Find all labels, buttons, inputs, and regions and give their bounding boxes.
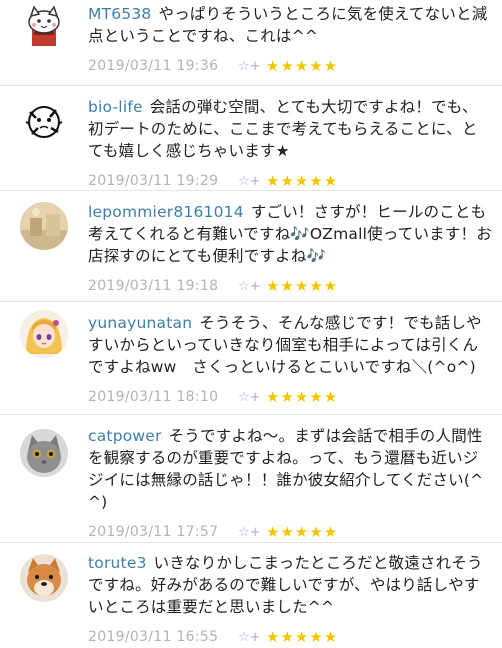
comment-body: いきなりかしこまったところだと敬遠されそうですね。好みがあるので難しいですが、や… (88, 554, 483, 616)
username-link[interactable]: torute3 (88, 554, 147, 572)
comment-text: bio-life 会話の弾む空間、とても大切ですよね！でも、初デートのために、ここ… (88, 96, 492, 162)
timestamp: 2019/03/11 18:10 (88, 389, 219, 405)
timestamp: 2019/03/11 16:55 (88, 629, 219, 645)
grey-cat-icon[interactable] (20, 429, 68, 477)
timestamp: 2019/03/11 19:29 (88, 173, 219, 189)
add-favorite-icon[interactable]: ☆+ (238, 525, 266, 540)
comment-text: lepommier8161014 すごい！さすが！ヒールのことも考えてくれると有難… (88, 201, 492, 267)
rating-stars: ★★★★★ (266, 523, 339, 541)
add-favorite-icon[interactable]: ☆+ (238, 630, 266, 645)
comment-meta: 2019/03/11 19:29 ☆+ ★★★★★ (88, 170, 492, 192)
comment-meta: 2019/03/11 18:10 ☆+ ★★★★★ (88, 386, 492, 408)
username-link[interactable]: yunayunatan (88, 314, 192, 332)
comment-text: torute3 いきなりかしこまったところだと敬遠されそうですね。好みがあるので難… (88, 552, 492, 618)
comment-list: MT6538 やっぱりそういうところに気を使えてないと減点ということですね、これは… (0, 0, 502, 646)
add-favorite-icon[interactable]: ☆+ (238, 279, 266, 294)
comment-body: 会話の弾む空間、とても大切ですよね！でも、初デートのために、ここまで考えてもらえ… (88, 98, 478, 160)
rating-stars: ★★★★★ (266, 57, 339, 75)
rating-stars: ★★★★★ (266, 628, 339, 646)
anime-girl-icon[interactable] (20, 310, 68, 358)
rating-stars: ★★★★★ (266, 277, 339, 295)
comment-item: MT6538 やっぱりそういうところに気を使えてないと減点ということですね、これは… (0, 0, 502, 86)
add-favorite-icon[interactable]: ☆+ (238, 390, 266, 405)
add-favorite-icon[interactable]: ☆+ (238, 59, 266, 74)
comment-meta: 2019/03/11 17:57 ☆+ ★★★★★ (88, 521, 492, 543)
timestamp: 2019/03/11 19:18 (88, 278, 219, 294)
rating-stars: ★★★★★ (266, 388, 339, 406)
username-link[interactable]: bio-life (88, 98, 143, 116)
timestamp: 2019/03/11 19:36 (88, 58, 219, 74)
cat-icon[interactable] (20, 2, 68, 50)
comment-meta: 2019/03/11 19:36 ☆+ ★★★★★ (88, 55, 492, 77)
comment-item: catpower そうですよね〜。まずは会話で相手の人間性を観察するのが重要ですよ… (0, 415, 502, 543)
shiba-dog-icon[interactable] (20, 554, 68, 602)
timestamp: 2019/03/11 17:57 (88, 524, 219, 540)
sketch-icon[interactable] (20, 98, 68, 146)
add-favorite-icon[interactable]: ☆+ (238, 174, 266, 189)
comment-text: MT6538 やっぱりそういうところに気を使えてないと減点ということですね、これは… (88, 3, 492, 47)
username-link[interactable]: lepommier8161014 (88, 203, 244, 221)
comment-text: catpower そうですよね〜。まずは会話で相手の人間性を観察するのが重要ですよ… (88, 425, 492, 513)
comment-item: bio-life 会話の弾む空間、とても大切ですよね！でも、初デートのために、ここ… (0, 86, 502, 191)
photo-icon[interactable] (20, 202, 68, 250)
comment-meta: 2019/03/11 16:55 ☆+ ★★★★★ (88, 626, 492, 648)
comment-item: torute3 いきなりかしこまったところだと敬遠されそうですね。好みがあるので難… (0, 543, 502, 646)
username-link[interactable]: catpower (88, 427, 162, 445)
comment-item: yunayunatan そうそう、そんな感じです！でも話しやすいからといっていきな… (0, 302, 502, 415)
comment-item: lepommier8161014 すごい！さすが！ヒールのことも考えてくれると有難… (0, 191, 502, 302)
comment-meta: 2019/03/11 19:18 ☆+ ★★★★★ (88, 275, 492, 297)
rating-stars: ★★★★★ (266, 172, 339, 190)
username-link[interactable]: MT6538 (88, 5, 152, 23)
comment-text: yunayunatan そうそう、そんな感じです！でも話しやすいからといっていきな… (88, 312, 492, 378)
